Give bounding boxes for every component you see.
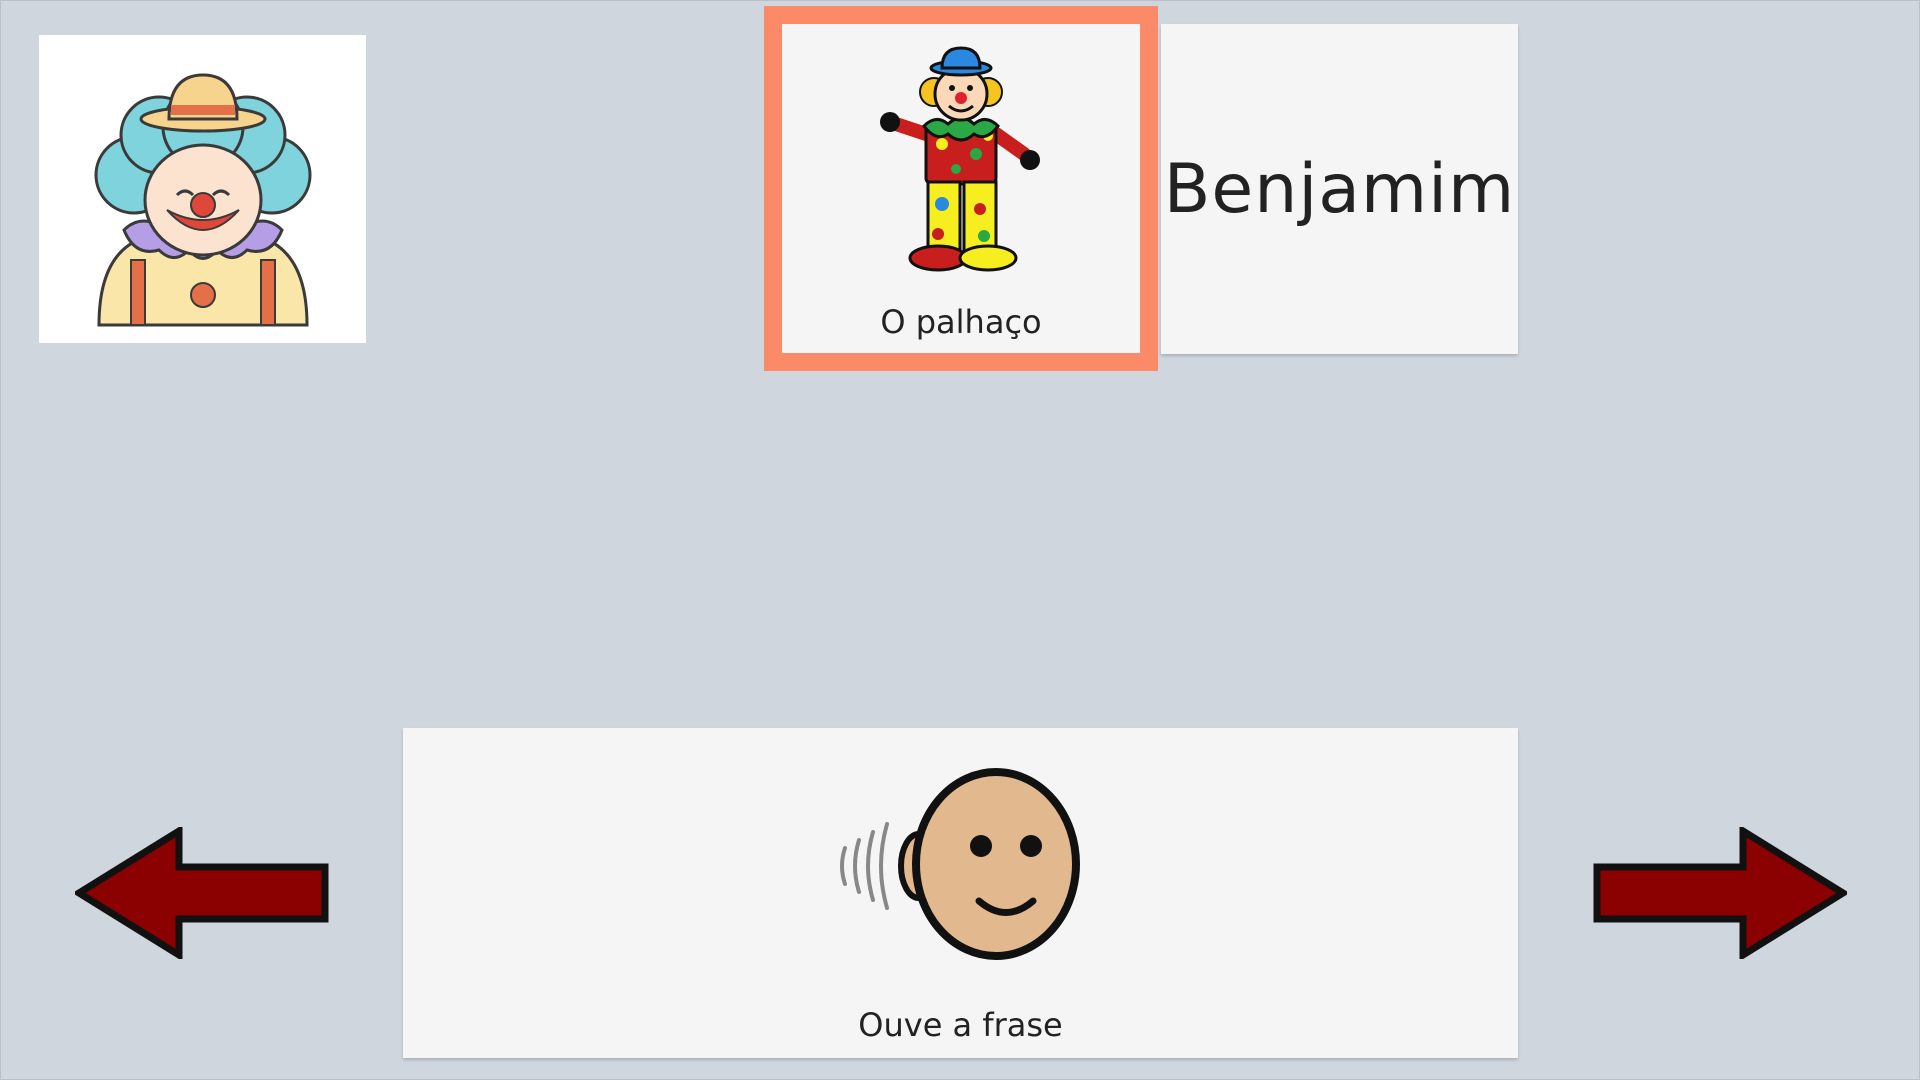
selected-card-label: O palhaço [880,303,1042,341]
reference-image [39,35,366,343]
arrow-left-icon [72,824,329,962]
clown-head-icon [94,73,312,327]
clown-icon [880,46,1040,272]
next-button[interactable] [1591,824,1850,963]
selected-word-card[interactable]: O palhaço [764,6,1158,371]
arrow-right-icon [1593,824,1850,962]
name-card[interactable]: Benjamim [1161,24,1518,354]
listen-card-label: Ouve a frase [858,1006,1063,1044]
listen-ear-icon [839,768,1080,960]
activity-screen: O palhaço Benjamim Ouve a frase [0,0,1920,1080]
clown-image [782,44,1140,284]
name-text: Benjamim [1163,149,1516,229]
previous-button[interactable] [72,824,331,963]
listen-image [403,766,1518,966]
listen-sentence-button[interactable]: Ouve a frase [403,728,1518,1058]
